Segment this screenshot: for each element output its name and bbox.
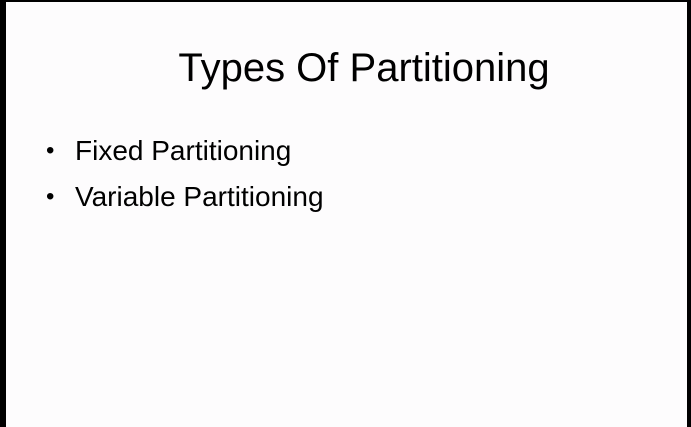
bullet-text: Fixed Partitioning xyxy=(75,135,292,166)
bullet-text: Variable Partitioning xyxy=(75,181,324,212)
slide: Types Of Partitioning • Fixed Partitioni… xyxy=(6,2,687,427)
bullet-marker: • xyxy=(46,183,55,210)
slide-title: Types Of Partitioning xyxy=(178,46,550,90)
presentation-frame: Types Of Partitioning • Fixed Partitioni… xyxy=(0,0,691,427)
bullet-marker: • xyxy=(46,137,55,164)
